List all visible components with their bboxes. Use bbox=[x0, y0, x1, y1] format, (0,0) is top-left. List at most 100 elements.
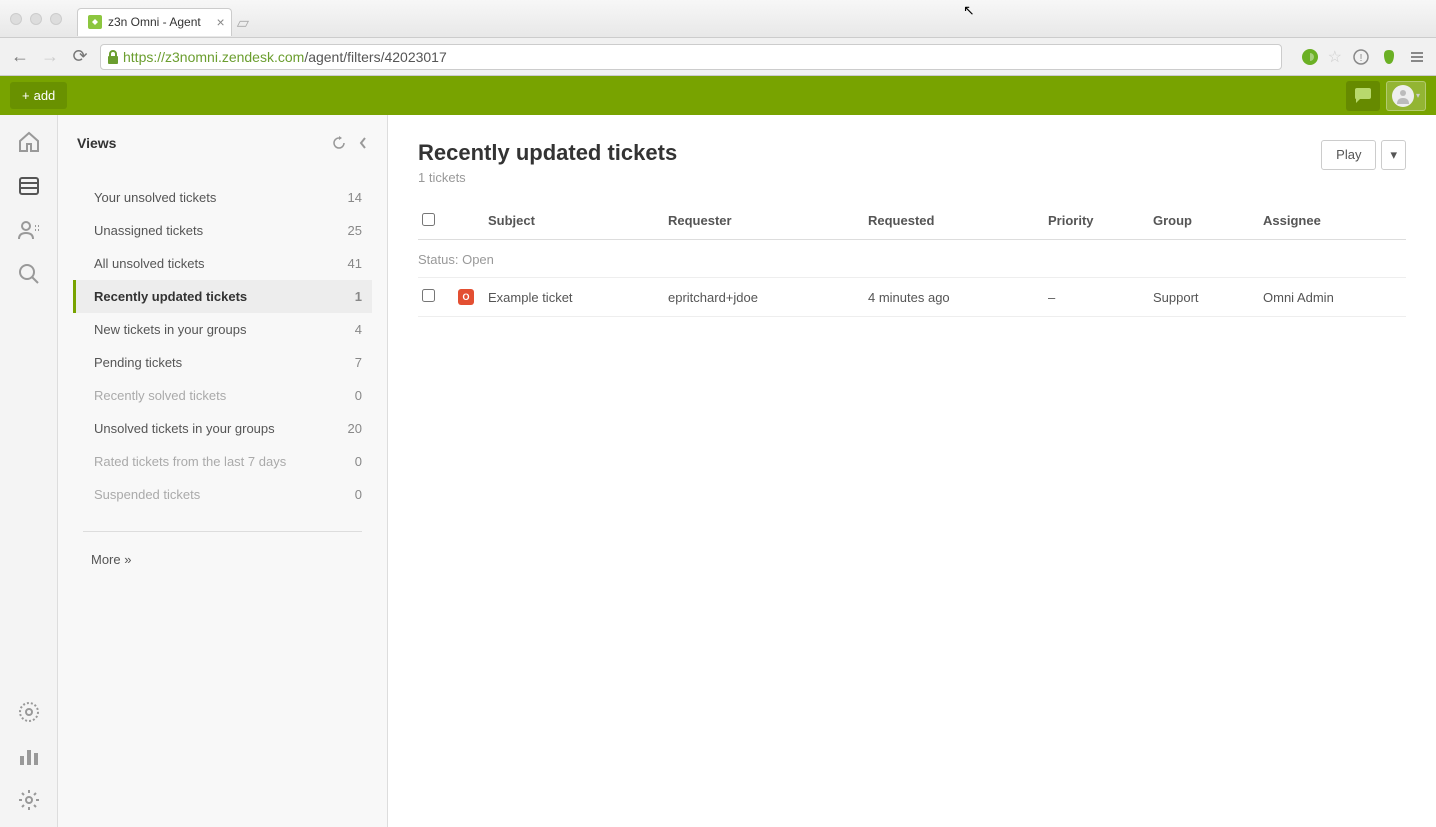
maximize-window-button[interactable] bbox=[50, 13, 62, 25]
play-dropdown[interactable]: ▾ bbox=[1381, 140, 1406, 170]
view-item[interactable]: Your unsolved tickets 14 bbox=[73, 181, 372, 214]
cursor-icon: ↖ bbox=[963, 2, 975, 19]
cell-assignee: Omni Admin bbox=[1263, 290, 1406, 305]
icon-rail bbox=[0, 115, 58, 827]
lock-icon bbox=[107, 50, 119, 64]
view-item[interactable]: Suspended tickets 0 bbox=[73, 478, 372, 511]
view-item[interactable]: Rated tickets from the last 7 days 0 bbox=[73, 445, 372, 478]
view-item-count: 0 bbox=[355, 388, 362, 403]
view-item-label: New tickets in your groups bbox=[94, 322, 246, 337]
view-item-count: 25 bbox=[348, 223, 362, 238]
user-menu[interactable]: ▾ bbox=[1386, 81, 1426, 111]
forward-button[interactable]: → bbox=[40, 46, 60, 67]
view-item[interactable]: All unsolved tickets 41 bbox=[73, 247, 372, 280]
favicon-icon bbox=[88, 15, 102, 29]
cell-group: Support bbox=[1153, 290, 1263, 305]
chevron-down-icon: ▾ bbox=[1416, 91, 1420, 100]
extension-icon[interactable] bbox=[1302, 49, 1318, 65]
cell-subject: Example ticket bbox=[488, 290, 668, 305]
view-item-count: 0 bbox=[355, 454, 362, 469]
view-item[interactable]: New tickets in your groups 4 bbox=[73, 313, 372, 346]
plus-icon: + bbox=[22, 88, 30, 103]
browser-tab[interactable]: z3n Omni - Agent × bbox=[77, 8, 232, 36]
minimize-window-button[interactable] bbox=[30, 13, 42, 25]
view-item-count: 41 bbox=[348, 256, 362, 271]
page-title: Recently updated tickets bbox=[418, 140, 677, 166]
back-button[interactable]: ← bbox=[10, 46, 30, 67]
url-bar: ← → ⟳ https://z3nomni.zendesk.com/agent/… bbox=[0, 38, 1436, 76]
page-subtitle: 1 tickets bbox=[418, 170, 677, 185]
browser-chrome: z3n Omni - Agent × ▱ bbox=[0, 0, 1436, 38]
collapse-icon[interactable] bbox=[358, 136, 368, 150]
col-assignee[interactable]: Assignee bbox=[1263, 213, 1406, 229]
view-item-count: 7 bbox=[355, 355, 362, 370]
row-checkbox[interactable] bbox=[422, 289, 435, 302]
group-header: Status: Open bbox=[418, 240, 1406, 277]
col-requester[interactable]: Requester bbox=[668, 213, 868, 229]
ticket-table: Subject Requester Requested Priority Gro… bbox=[418, 203, 1406, 317]
table-row[interactable]: O Example ticketepritchard+jdoe4 minutes … bbox=[418, 277, 1406, 317]
chevron-down-icon: ▾ bbox=[1390, 147, 1397, 162]
play-button[interactable]: Play bbox=[1321, 140, 1376, 170]
view-item[interactable]: Recently updated tickets 1 bbox=[73, 280, 372, 313]
refresh-icon[interactable] bbox=[332, 136, 346, 150]
view-item[interactable]: Recently solved tickets 0 bbox=[73, 379, 372, 412]
avatar-icon bbox=[1392, 85, 1414, 107]
app-header: + add ▾ bbox=[0, 76, 1436, 115]
cell-priority: – bbox=[1048, 290, 1153, 305]
svg-text:!: ! bbox=[1360, 53, 1363, 64]
close-window-button[interactable] bbox=[10, 13, 22, 25]
view-item-label: Pending tickets bbox=[94, 355, 182, 370]
info-icon[interactable]: ! bbox=[1352, 48, 1370, 66]
view-item-label: Unsolved tickets in your groups bbox=[94, 421, 275, 436]
views-sidebar: Views Your unsolved tickets14Unassigned … bbox=[58, 115, 388, 827]
view-item-label: Your unsolved tickets bbox=[94, 190, 216, 205]
customers-icon[interactable] bbox=[17, 218, 41, 242]
status-badge: O bbox=[458, 289, 474, 305]
add-button[interactable]: + add bbox=[10, 82, 67, 109]
col-requested[interactable]: Requested bbox=[868, 213, 1048, 229]
views-icon[interactable] bbox=[17, 174, 41, 198]
view-item-count: 0 bbox=[355, 487, 362, 502]
more-link[interactable]: More » bbox=[73, 544, 372, 575]
view-item-label: All unsolved tickets bbox=[94, 256, 205, 271]
cell-requester: epritchard+jdoe bbox=[668, 290, 868, 305]
view-item-label: Recently updated tickets bbox=[94, 289, 247, 304]
url-input[interactable]: https://z3nomni.zendesk.com/agent/filter… bbox=[100, 44, 1282, 70]
view-item[interactable]: Pending tickets 7 bbox=[73, 346, 372, 379]
view-item-count: 20 bbox=[348, 421, 362, 436]
view-item-count: 1 bbox=[355, 289, 362, 304]
col-group[interactable]: Group bbox=[1153, 213, 1263, 229]
tab-title: z3n Omni - Agent bbox=[108, 15, 201, 29]
search-icon[interactable] bbox=[17, 262, 41, 286]
chat-button[interactable] bbox=[1346, 81, 1380, 111]
col-subject[interactable]: Subject bbox=[488, 213, 668, 229]
view-item[interactable]: Unsolved tickets in your groups 20 bbox=[73, 412, 372, 445]
view-item-label: Rated tickets from the last 7 days bbox=[94, 454, 286, 469]
tab-close-icon[interactable]: × bbox=[217, 14, 225, 30]
add-label: add bbox=[34, 88, 56, 103]
settings-icon[interactable] bbox=[17, 788, 41, 812]
view-item-count: 14 bbox=[348, 190, 362, 205]
evernote-icon[interactable] bbox=[1380, 48, 1398, 66]
view-item[interactable]: Unassigned tickets 25 bbox=[73, 214, 372, 247]
bookmark-star-icon[interactable]: ☆ bbox=[1328, 47, 1342, 67]
menu-icon[interactable] bbox=[1408, 48, 1426, 66]
admin-icon[interactable] bbox=[17, 700, 41, 724]
view-item-label: Unassigned tickets bbox=[94, 223, 203, 238]
cell-requested: 4 minutes ago bbox=[868, 290, 1048, 305]
reload-button[interactable]: ⟳ bbox=[70, 46, 90, 67]
url-text: https://z3nomni.zendesk.com/agent/filter… bbox=[123, 49, 447, 65]
views-title: Views bbox=[77, 135, 116, 151]
view-item-label: Suspended tickets bbox=[94, 487, 200, 502]
table-header: Subject Requester Requested Priority Gro… bbox=[418, 203, 1406, 240]
col-priority[interactable]: Priority bbox=[1048, 213, 1153, 229]
main-content: Recently updated tickets 1 tickets Play … bbox=[388, 115, 1436, 827]
reports-icon[interactable] bbox=[17, 744, 41, 768]
new-tab-button[interactable]: ▱ bbox=[237, 13, 249, 33]
select-all-checkbox[interactable] bbox=[422, 213, 435, 226]
view-item-label: Recently solved tickets bbox=[94, 388, 226, 403]
home-icon[interactable] bbox=[17, 130, 41, 154]
window-controls bbox=[10, 13, 62, 25]
view-item-count: 4 bbox=[355, 322, 362, 337]
